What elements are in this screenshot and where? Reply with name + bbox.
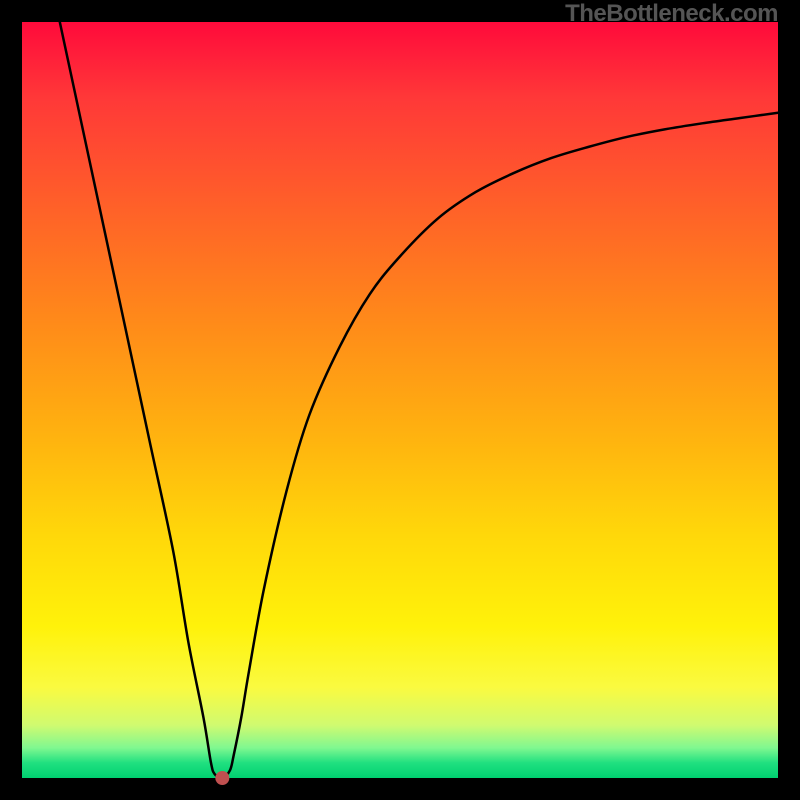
bottleneck-curve: [60, 22, 778, 778]
watermark-text: TheBottleneck.com: [565, 0, 778, 28]
chart-container: TheBottleneck.com: [0, 0, 800, 800]
optimum-marker: [215, 771, 229, 785]
chart-svg: [0, 0, 800, 800]
